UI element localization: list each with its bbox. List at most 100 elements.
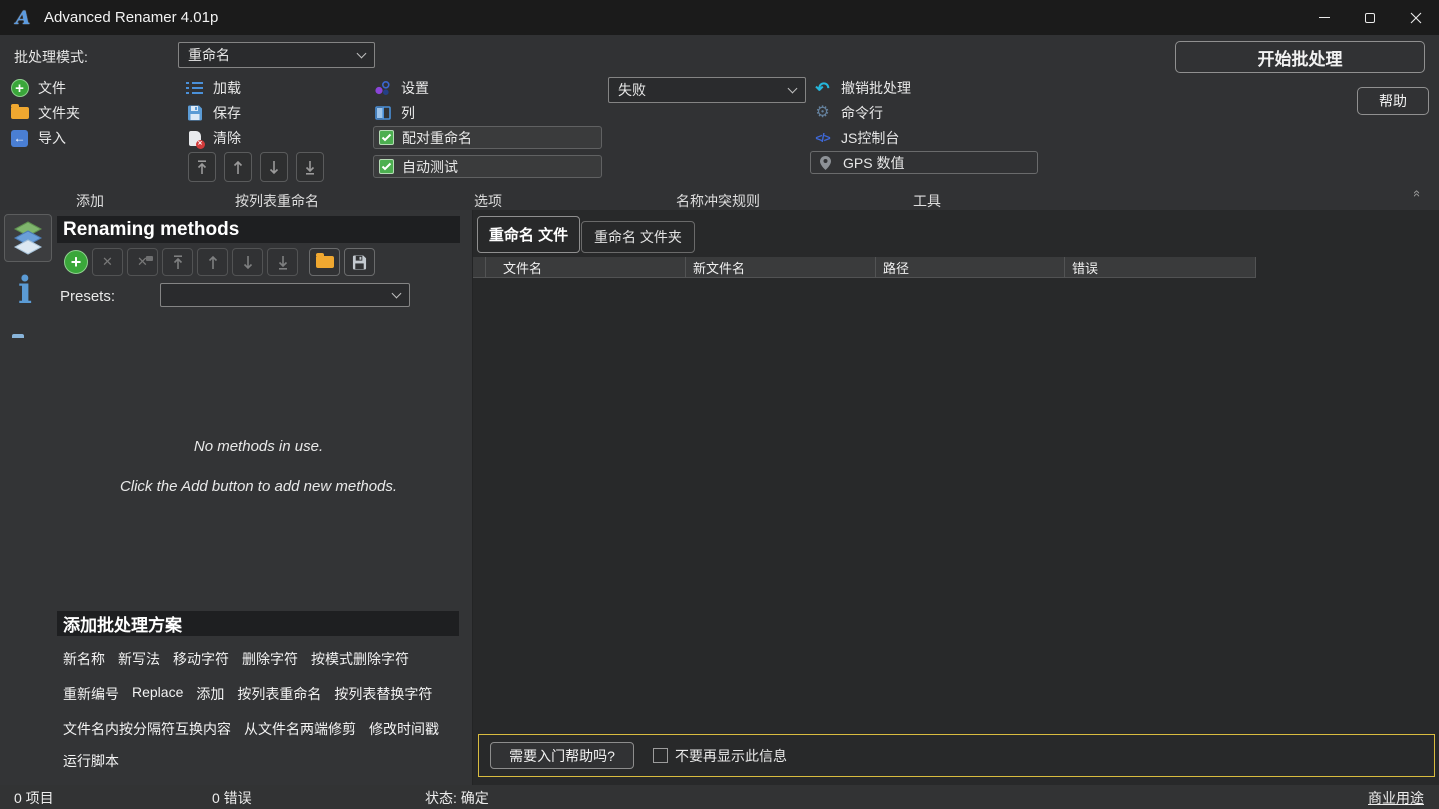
group-label-list-rename: 按列表重命名	[235, 191, 319, 211]
clear-list-button[interactable]: ✕ 清除	[185, 127, 241, 149]
method-link[interactable]: 新写法	[118, 649, 160, 669]
method-link[interactable]: 移动字符	[173, 649, 229, 669]
chevron-down-icon	[788, 83, 798, 93]
status-items-count: 0 项目	[14, 788, 54, 808]
dont-show-again-option[interactable]: 不要再显示此信息	[653, 746, 787, 766]
column-header-path[interactable]: 路径	[876, 257, 1065, 278]
dont-show-again-label: 不要再显示此信息	[675, 746, 787, 766]
delete-icon: ✕	[102, 254, 113, 270]
file-table-header: 文件名 新文件名 路径 错误	[473, 257, 1256, 278]
pair-rename-label: 配对重命名	[402, 128, 472, 148]
presets-select[interactable]	[160, 283, 410, 307]
add-files-icon: +	[11, 79, 29, 97]
title-bar: A Advanced Renamer 4.01p	[0, 0, 1439, 35]
method-link[interactable]: 从文件名两端修剪	[244, 719, 356, 739]
import-label: 导入	[38, 128, 66, 148]
method-link[interactable]: 按列表替换字符	[334, 684, 432, 704]
code-icon: </>	[815, 131, 829, 145]
close-button[interactable]	[1393, 0, 1439, 35]
help-button[interactable]: 帮助	[1357, 87, 1429, 115]
method-link[interactable]: Replace	[132, 684, 183, 704]
column-header-blank[interactable]	[473, 257, 486, 278]
move-up-button[interactable]	[224, 152, 252, 182]
columns-icon	[375, 106, 391, 120]
method-link-row: 运行脚本	[63, 751, 119, 771]
method-move-up-button[interactable]	[197, 248, 228, 276]
start-batch-button[interactable]: 开始批处理	[1175, 41, 1425, 73]
tab-rename-folders[interactable]: 重命名 文件夹	[581, 221, 695, 253]
window-title: Advanced Renamer 4.01p	[44, 9, 218, 26]
group-label-tools: 工具	[913, 191, 941, 211]
remove-method-button[interactable]: ✕	[92, 248, 123, 276]
method-move-down-button[interactable]	[232, 248, 263, 276]
arrow-down-icon	[268, 160, 280, 175]
open-preset-button[interactable]	[309, 248, 340, 276]
add-files-button[interactable]: + 文件	[10, 77, 80, 99]
app-icon: A	[13, 8, 33, 28]
js-console-label: JS控制台	[841, 128, 899, 148]
save-list-button[interactable]: 保存	[185, 102, 241, 124]
method-move-top-button[interactable]	[162, 248, 193, 276]
settings-button[interactable]: 设置	[373, 77, 429, 99]
add-method-button[interactable]: +	[64, 250, 88, 274]
method-link[interactable]: 修改时间戳	[369, 719, 439, 739]
columns-button[interactable]: 列	[373, 102, 429, 124]
empty-state-line2: Click the Add button to add new methods.	[57, 478, 460, 495]
save-icon	[352, 255, 367, 270]
arrow-down-bar-icon	[304, 160, 316, 175]
auto-test-toggle[interactable]: 自动测试	[373, 155, 602, 178]
method-link-row: 重新编号 Replace 添加 按列表重命名 按列表替换字符	[63, 684, 432, 704]
load-list-button[interactable]: 加载	[185, 77, 241, 99]
add-folder-button[interactable]: 文件夹	[10, 102, 80, 124]
method-link[interactable]: 删除字符	[242, 649, 298, 669]
js-console-button[interactable]: </> JS控制台	[813, 127, 911, 149]
minimize-button[interactable]	[1301, 0, 1347, 35]
move-top-button[interactable]	[188, 152, 216, 182]
move-down-button[interactable]	[260, 152, 288, 182]
column-header-error[interactable]: 错误	[1065, 257, 1256, 278]
file-table-body[interactable]	[473, 278, 1439, 728]
method-link[interactable]: 文件名内按分隔符互换内容	[63, 719, 231, 739]
move-bottom-button[interactable]	[296, 152, 324, 182]
add-section-title: 添加批处理方案	[57, 611, 459, 636]
method-link[interactable]: 运行脚本	[63, 751, 119, 771]
checkbox-unchecked-icon[interactable]	[653, 748, 668, 763]
pair-rename-toggle[interactable]: 配对重命名	[373, 126, 602, 149]
methods-panel-title: Renaming methods	[57, 216, 460, 243]
undo-batch-button[interactable]: ↶ 撤销批处理	[813, 77, 911, 99]
gps-values-button[interactable]: GPS 数值	[810, 151, 1038, 174]
toolbar-group-tools: ↶ 撤销批处理 ⚙ 命令行 </> JS控制台	[813, 77, 911, 149]
settings-icon	[374, 80, 391, 97]
columns-label: 列	[401, 103, 415, 123]
group-label-collision: 名称冲突规则	[676, 191, 760, 211]
tab-label: 重命名 文件	[489, 224, 568, 245]
save-preset-button[interactable]	[344, 248, 375, 276]
command-line-button[interactable]: ⚙ 命令行	[813, 102, 911, 124]
method-link[interactable]: 按列表重命名	[237, 684, 321, 704]
collision-rule-select[interactable]: 失败	[608, 77, 806, 103]
column-header-filename[interactable]: 文件名	[486, 257, 686, 278]
batch-mode-select[interactable]: 重命名	[178, 42, 375, 68]
method-link[interactable]: 按模式删除字符	[311, 649, 409, 669]
collision-rule-value: 失败	[618, 80, 646, 100]
toolbar: 批处理模式: 重命名 开始批处理 帮助 + 文件 文件夹 ← 导入	[0, 35, 1439, 210]
chevron-down-icon	[357, 48, 367, 58]
license-link[interactable]: 商业用途	[1368, 788, 1424, 808]
column-header-new-filename[interactable]: 新文件名	[686, 257, 876, 278]
remove-all-methods-button[interactable]: ✕	[127, 248, 158, 276]
method-link-row: 文件名内按分隔符互换内容 从文件名两端修剪 修改时间戳	[63, 719, 439, 739]
method-move-bottom-button[interactable]	[267, 248, 298, 276]
info-icon[interactable]: i	[18, 272, 32, 309]
close-icon	[1410, 12, 1422, 24]
collapse-toolbar-icon[interactable]: «	[1410, 190, 1425, 197]
methods-tab-button[interactable]	[4, 214, 52, 262]
group-label-add: 添加	[76, 191, 104, 211]
getting-started-button[interactable]: 需要入门帮助吗?	[490, 742, 634, 769]
method-link[interactable]: 新名称	[63, 649, 105, 669]
layers-icon	[10, 221, 46, 255]
method-link[interactable]: 重新编号	[63, 684, 119, 704]
method-link[interactable]: 添加	[196, 684, 224, 704]
import-button[interactable]: ← 导入	[10, 127, 80, 149]
tab-rename-files[interactable]: 重命名 文件	[477, 216, 580, 253]
maximize-button[interactable]	[1347, 0, 1393, 35]
